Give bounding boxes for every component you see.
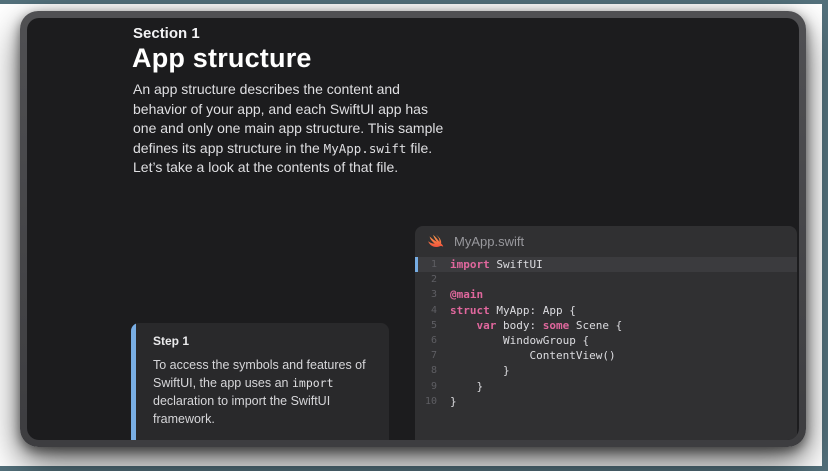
line-number: 8 xyxy=(415,365,437,376)
highlight-accent-bar xyxy=(415,257,418,272)
line-number: 4 xyxy=(415,305,437,316)
code-line-3[interactable]: 3 @main xyxy=(415,287,797,302)
code-text: struct MyApp: App { xyxy=(450,304,576,317)
code-text: ContentView() xyxy=(450,349,616,362)
device-frame: Section 1 App structure An app structure… xyxy=(20,11,806,447)
code-line-2[interactable]: 2 xyxy=(415,272,797,287)
code-line-1[interactable]: 1 import SwiftUI xyxy=(415,257,797,272)
code-line-7[interactable]: 7 ContentView() xyxy=(415,348,797,363)
code-editor-panel: MyApp.swift 1 import SwiftUI 2 3 @main 4 struc… xyxy=(415,226,797,440)
step-title: Step 1 xyxy=(153,334,371,348)
step-card: Step 1 To access the symbols and feature… xyxy=(131,323,389,440)
section-label: Section 1 xyxy=(133,25,200,42)
page-title: App structure xyxy=(132,43,312,74)
lesson-intro-paragraph: An app structure describes the content a… xyxy=(133,80,455,178)
line-number: 5 xyxy=(415,320,437,331)
code-text: } xyxy=(450,380,483,393)
step-text-pre: To access the symbols and features of Sw… xyxy=(153,358,366,390)
code-line-8[interactable]: 8 } xyxy=(415,363,797,378)
step-accent-bar xyxy=(131,323,136,440)
code-text: WindowGroup { xyxy=(450,334,589,347)
code-text: } xyxy=(450,364,510,377)
tutorial-screen: Section 1 App structure An app structure… xyxy=(27,18,799,440)
code-filename: MyApp.swift xyxy=(454,234,524,249)
line-number: 1 xyxy=(415,259,437,270)
code-text: @main xyxy=(450,288,483,301)
code-lines: 1 import SwiftUI 2 3 @main 4 struct MyApp: App… xyxy=(415,257,797,409)
code-text: import SwiftUI xyxy=(450,258,543,271)
intro-inline-code: MyApp.swift xyxy=(324,141,407,156)
line-number: 3 xyxy=(415,289,437,300)
code-line-9[interactable]: 9 } xyxy=(415,379,797,394)
swift-bird-icon xyxy=(428,233,445,250)
step-inline-code: import xyxy=(292,376,334,390)
step-body: To access the symbols and features of Sw… xyxy=(153,356,371,428)
line-number: 2 xyxy=(415,274,437,285)
code-text: var body: some Scene { xyxy=(450,319,622,332)
line-number: 6 xyxy=(415,335,437,346)
step-card-content: Step 1 To access the symbols and feature… xyxy=(136,323,389,440)
code-line-6[interactable]: 6 WindowGroup { xyxy=(415,333,797,348)
line-number: 10 xyxy=(415,396,437,407)
line-number: 7 xyxy=(415,350,437,361)
step-text-post: declaration to import the SwiftUI framew… xyxy=(153,394,330,426)
code-text: } xyxy=(450,395,457,408)
code-editor-header: MyApp.swift xyxy=(415,226,797,257)
code-line-5[interactable]: 5 var body: some Scene { xyxy=(415,318,797,333)
line-number: 9 xyxy=(415,381,437,392)
code-line-10[interactable]: 10} xyxy=(415,394,797,409)
code-line-4[interactable]: 4 struct MyApp: App { xyxy=(415,303,797,318)
